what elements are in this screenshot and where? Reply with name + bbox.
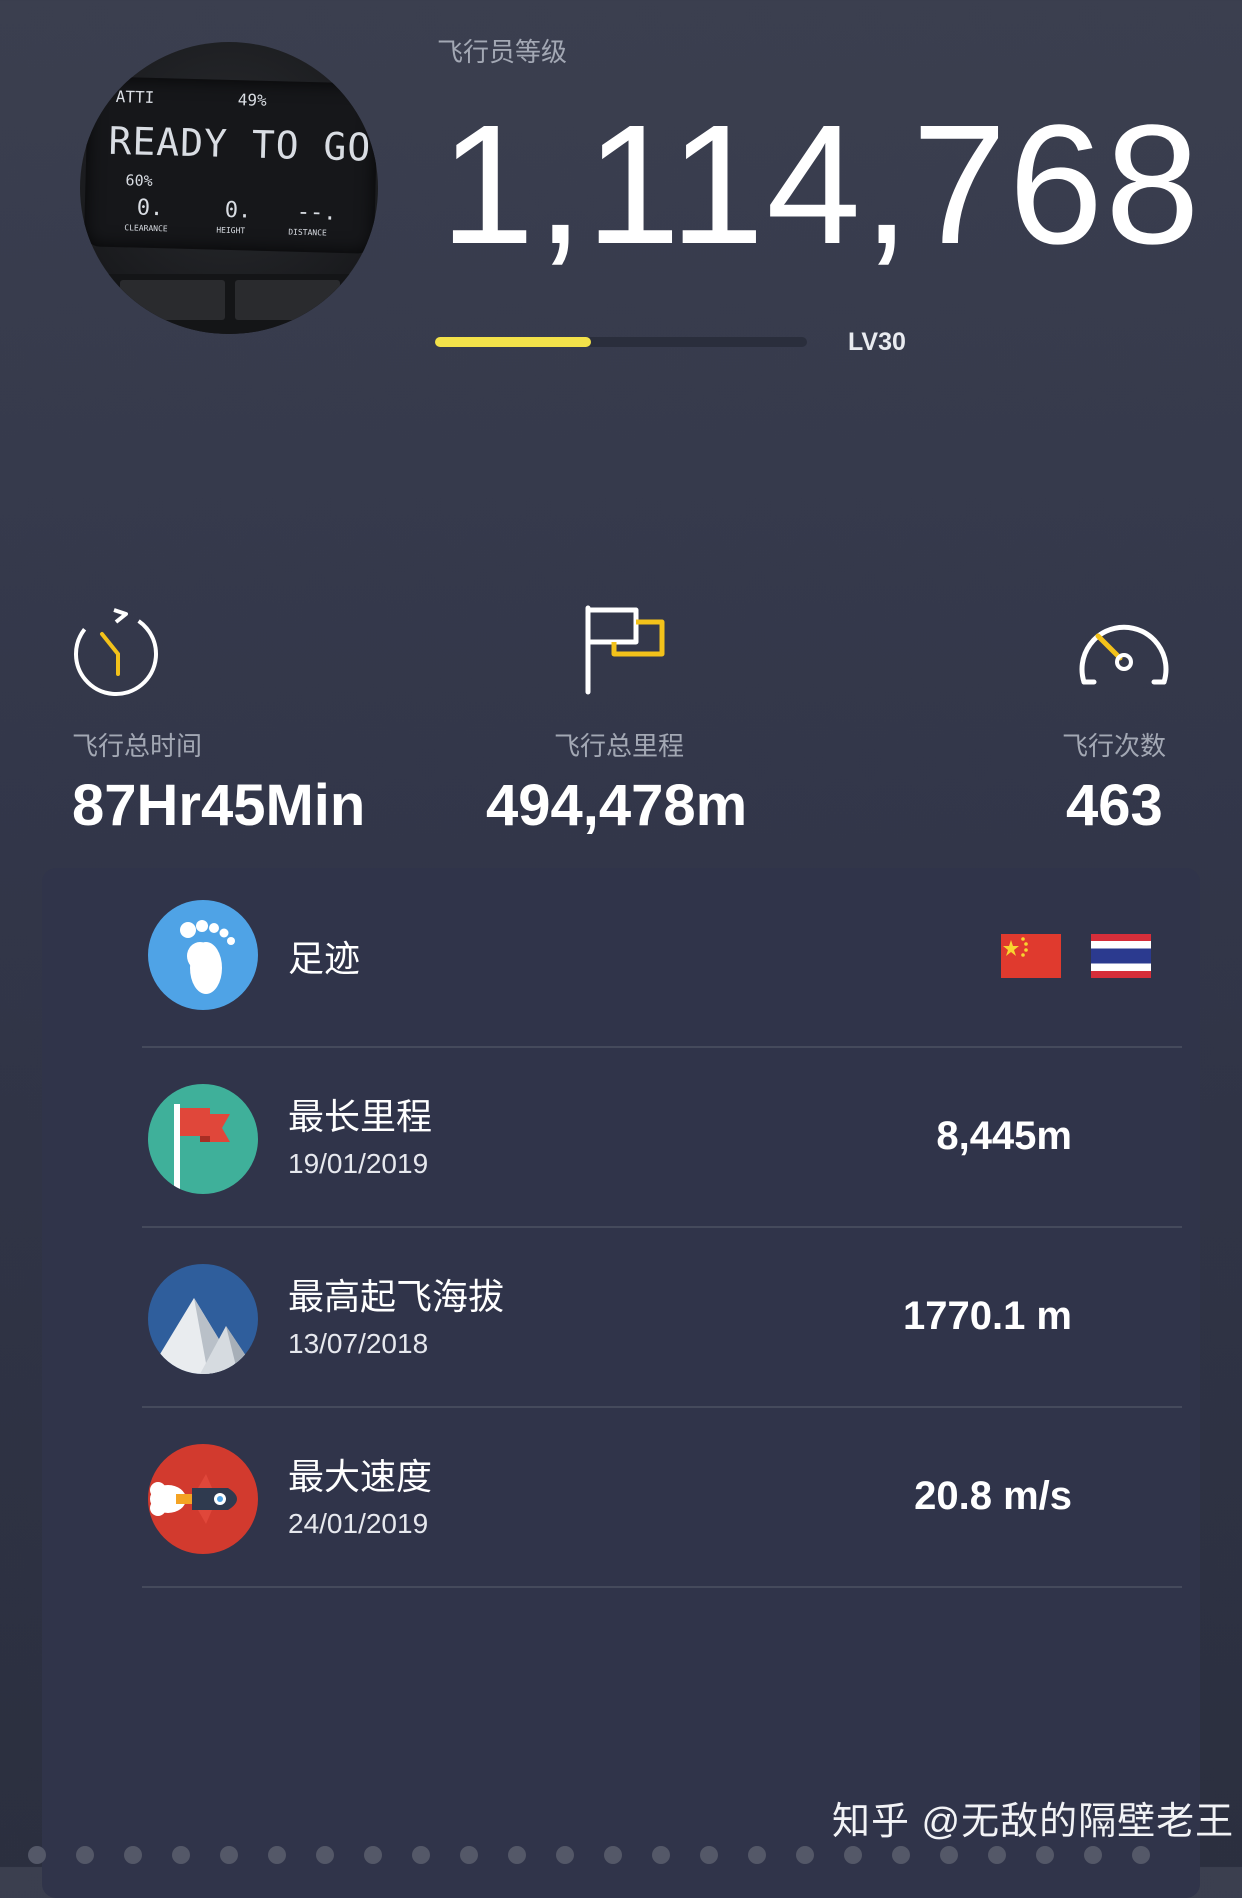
speedometer-icon: [1079, 624, 1169, 685]
record-title-footprint: 足迹: [288, 938, 361, 979]
record-title-longest-distance: 最长里程: [288, 1096, 433, 1137]
stat-value-total-time: 87Hr45Min: [72, 773, 366, 838]
footprint-icon: [148, 900, 258, 1010]
flag-icon: [585, 605, 665, 695]
indicator-dot: [940, 1846, 958, 1864]
indicator-dot: [172, 1846, 190, 1864]
record-value-longest-distance: 8,445m: [936, 1114, 1072, 1158]
indicator-dot: [748, 1846, 766, 1864]
indicator-dot: [28, 1846, 46, 1864]
thailand-flag-icon: [1091, 934, 1151, 978]
stat-label-total-time: 飞行总时间: [72, 731, 203, 761]
record-title-highest-altitude: 最高起飞海拔: [288, 1276, 505, 1317]
red-flag-icon: [148, 1084, 258, 1194]
watermark-text: 知乎 @无敌的隔壁老王: [832, 1801, 1235, 1843]
indicator-dot: [604, 1846, 622, 1864]
record-title-max-speed: 最大速度: [288, 1456, 433, 1497]
record-value-highest-altitude: 1770.1 m: [902, 1294, 1072, 1338]
indicator-dot: [988, 1846, 1006, 1864]
record-date-max-speed: 24/01/2019: [288, 1508, 429, 1539]
record-date-highest-altitude: 13/07/2018: [288, 1328, 429, 1359]
indicator-dot: [1132, 1846, 1150, 1864]
mountain-icon: [148, 1264, 258, 1374]
record-row-highest-altitude[interactable]: 最高起飞海拔 13/07/2018 1770.1 m: [142, 1228, 1182, 1408]
rocket-icon: [148, 1444, 258, 1554]
indicator-dot: [1036, 1846, 1054, 1864]
record-date-longest-distance: 19/01/2019: [288, 1148, 429, 1179]
stats-section: 飞行总时间 87Hr45Min 飞行总里程 494,478m 飞行次数 463: [0, 0, 1242, 850]
stat-value-flight-count: 463: [1066, 773, 1163, 838]
indicator-dot: [124, 1846, 142, 1864]
records-panel: 足迹 最长里程 19/01/2019 8,445m 最高起飞海拔 13/07/2…: [42, 868, 1200, 1898]
indicator-dot: [508, 1846, 526, 1864]
indicator-dot: [700, 1846, 718, 1864]
indicator-dot: [844, 1846, 862, 1864]
indicator-dot: [76, 1846, 94, 1864]
stat-label-flight-count: 飞行次数: [1062, 731, 1167, 761]
indicator-dot: [220, 1846, 238, 1864]
indicator-dot: [268, 1846, 286, 1864]
indicator-dot: [796, 1846, 814, 1864]
indicator-dot: [892, 1846, 910, 1864]
indicator-dot: [460, 1846, 478, 1864]
stopwatch-icon: [74, 608, 158, 696]
record-row-footprint[interactable]: 足迹: [142, 868, 1182, 1048]
indicator-dot: [556, 1846, 574, 1864]
indicator-dot: [316, 1846, 334, 1864]
record-row-longest-distance[interactable]: 最长里程 19/01/2019 8,445m: [142, 1048, 1182, 1228]
indicator-dot: [412, 1846, 430, 1864]
indicator-dot: [652, 1846, 670, 1864]
indicator-dot: [1084, 1846, 1102, 1864]
stat-value-total-distance: 494,478m: [486, 773, 748, 838]
record-value-max-speed: 20.8 m/s: [914, 1474, 1072, 1518]
indicator-dot: [364, 1846, 382, 1864]
stat-label-total-distance: 飞行总里程: [554, 731, 685, 761]
row-divider: [142, 1586, 1182, 1588]
page-indicator-dots: [28, 1846, 1228, 1866]
record-row-max-speed[interactable]: 最大速度 24/01/2019 20.8 m/s: [142, 1408, 1182, 1588]
china-flag-icon: [1001, 934, 1061, 978]
